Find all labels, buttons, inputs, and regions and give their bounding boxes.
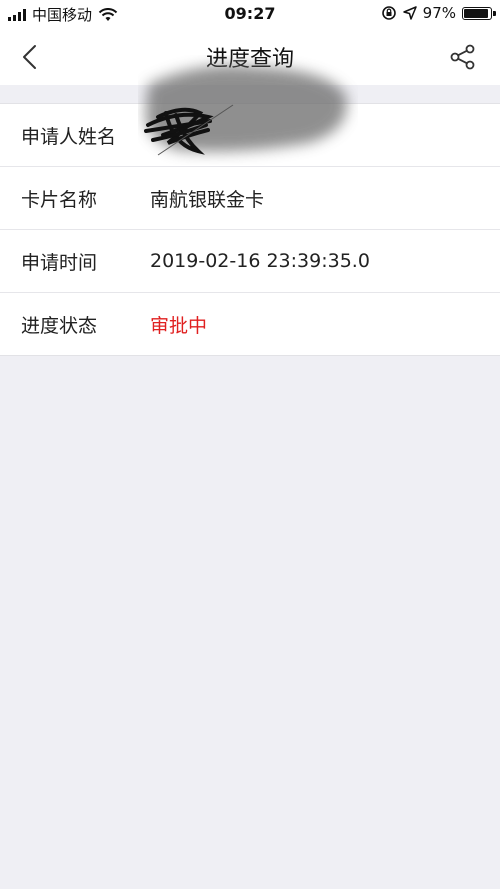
orientation-lock-icon xyxy=(381,6,396,20)
status-bar-right: 97% xyxy=(381,4,496,22)
row-card-name: 卡片名称 南航银联金卡 xyxy=(0,167,500,230)
application-time-value: 2019-02-16 23:39:35.0 xyxy=(150,250,370,272)
application-info-list: 申请人姓名 卡片名称 南航银联金卡 申请时间 2019-02-16 23:39:… xyxy=(0,103,500,356)
card-name-value: 南航银联金卡 xyxy=(150,188,265,211)
card-name-label: 卡片名称 xyxy=(21,188,98,211)
battery-cap xyxy=(493,10,496,16)
progress-status-value: 审批中 xyxy=(150,314,208,337)
navigation-bar: 进度查询 xyxy=(0,30,500,85)
battery-fill xyxy=(464,8,488,18)
row-progress-status: 进度状态 审批中 xyxy=(0,293,500,355)
battery-icon xyxy=(462,6,496,20)
applicant-name-label: 申请人姓名 xyxy=(21,125,117,148)
row-application-time: 申请时间 2019-02-16 23:39:35.0 xyxy=(0,230,500,293)
share-button[interactable] xyxy=(446,40,480,74)
progress-status-label: 进度状态 xyxy=(21,314,98,337)
status-bar: 中国移动 09:27 97% xyxy=(0,0,500,30)
page-title: 进度查询 xyxy=(205,47,294,72)
application-time-label: 申请时间 xyxy=(21,251,98,274)
location-arrow-icon xyxy=(402,6,417,20)
share-icon xyxy=(450,44,475,70)
row-applicant-name: 申请人姓名 xyxy=(0,104,500,167)
battery-percent: 97% xyxy=(422,4,456,22)
